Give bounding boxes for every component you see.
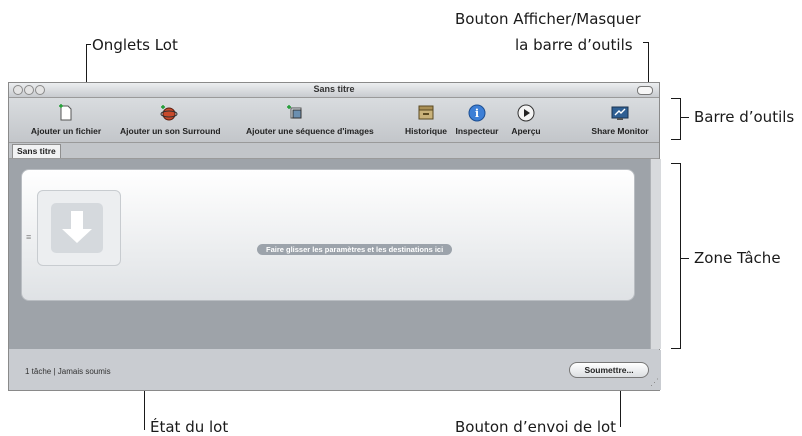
window-title: Sans titre bbox=[313, 84, 355, 94]
callout-line-toolbar-button bbox=[648, 42, 649, 82]
callout-bracket-toolbar-bottom bbox=[671, 139, 681, 140]
add-image-sequence-button[interactable]: Ajouter une séquence d'images bbox=[246, 98, 374, 142]
batch-status-text: 1 tâche | Jamais soumis bbox=[25, 367, 111, 376]
grip-handle-icon[interactable]: ≡ bbox=[26, 232, 31, 242]
job-area: ≡ Faire glisser les paramètres et les de… bbox=[9, 159, 661, 349]
callout-line-toolbar-button-h bbox=[643, 42, 649, 43]
callout-bracket-toolbar-tick bbox=[680, 117, 689, 118]
history-icon bbox=[418, 105, 434, 120]
add-surround-label: Ajouter un son Surround bbox=[120, 126, 221, 136]
preview-button[interactable]: Aperçu bbox=[511, 98, 541, 142]
callout-bracket-job-tick bbox=[680, 258, 689, 259]
callout-job-area: Zone Tâche bbox=[694, 249, 781, 267]
vertical-scrollbar[interactable] bbox=[650, 159, 661, 349]
callout-bracket-job-bottom bbox=[671, 348, 681, 349]
callout-bracket-toolbar-top bbox=[671, 98, 681, 99]
tab-sans-titre[interactable]: Sans titre bbox=[12, 144, 61, 158]
callout-toolbar-button-1: Bouton Afficher/Masquer bbox=[455, 10, 641, 28]
status-bar: 1 tâche | Jamais soumis Soumettre... ⋰ bbox=[9, 350, 661, 390]
play-icon bbox=[517, 104, 535, 122]
preview-label: Aperçu bbox=[511, 126, 541, 136]
callout-toolbar-button-2: la barre d’outils bbox=[515, 36, 633, 54]
callout-bracket-job-top bbox=[671, 163, 681, 164]
surround-icon bbox=[160, 105, 178, 121]
share-monitor-button[interactable]: Share Monitor bbox=[591, 98, 649, 142]
batch-tabs: Sans titre bbox=[9, 143, 659, 159]
add-image-sequence-label: Ajouter une séquence d'images bbox=[246, 126, 374, 136]
compressor-window: Sans titre Ajouter un fichier Ajouter un… bbox=[8, 82, 661, 391]
callout-toolbar: Barre d’outils bbox=[694, 108, 795, 126]
toolbar: Ajouter un fichier Ajouter un son Surrou… bbox=[9, 98, 659, 143]
callout-batch-status: État du lot bbox=[150, 418, 229, 436]
add-file-icon bbox=[59, 104, 72, 121]
resize-handle-icon[interactable]: ⋰ bbox=[650, 377, 659, 388]
title-bar[interactable]: Sans titre bbox=[9, 83, 659, 98]
drop-arrow-icon bbox=[51, 203, 103, 253]
source-drop-frame[interactable] bbox=[37, 190, 121, 266]
info-icon: i bbox=[468, 104, 486, 122]
submit-button[interactable]: Soumettre... bbox=[569, 362, 649, 378]
image-sequence-icon bbox=[287, 105, 302, 119]
callout-submit-button: Bouton d’envoi de lot bbox=[455, 418, 617, 436]
callout-bracket-job bbox=[680, 163, 681, 349]
add-surround-button[interactable]: Ajouter un son Surround bbox=[120, 98, 221, 142]
callout-line-batch-tabs-h bbox=[86, 44, 91, 45]
job-row[interactable]: ≡ Faire glisser les paramètres et les de… bbox=[21, 169, 635, 301]
svg-text:i: i bbox=[475, 107, 479, 120]
add-file-label: Ajouter un fichier bbox=[30, 126, 102, 136]
callout-batch-tabs: Onglets Lot bbox=[92, 36, 178, 54]
share-monitor-label: Share Monitor bbox=[591, 126, 649, 136]
add-file-button[interactable]: Ajouter un fichier bbox=[31, 98, 101, 142]
callout-bracket-toolbar bbox=[680, 98, 681, 140]
share-monitor-icon bbox=[611, 106, 629, 120]
drop-hint-label: Faire glisser les paramètres et les dest… bbox=[257, 244, 453, 255]
toolbar-toggle-button[interactable] bbox=[637, 86, 653, 95]
